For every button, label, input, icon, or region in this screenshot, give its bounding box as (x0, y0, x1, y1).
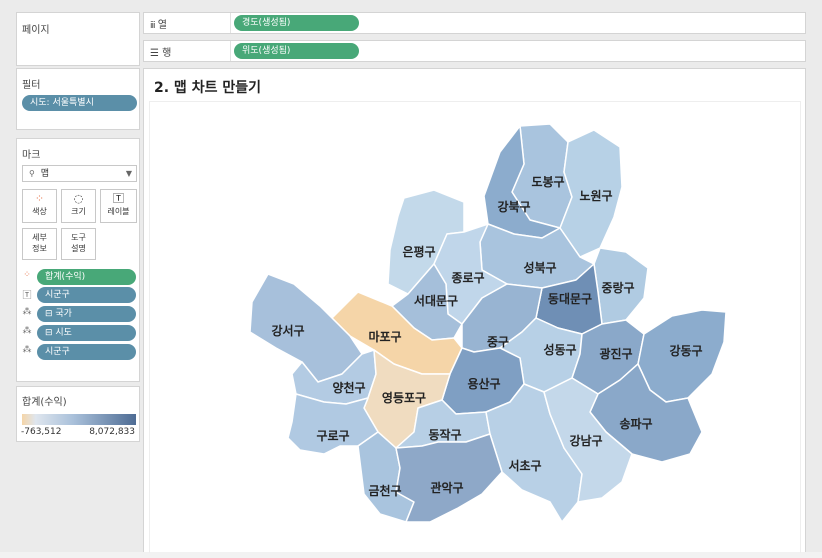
mark-field-sigungu-detail[interactable]: 시군구 (37, 344, 136, 360)
rows-shelf[interactable]: ☰ 행 위도(생성됨) (143, 40, 806, 62)
filter-pill-sido[interactable]: 시도: 서울특별시 (22, 95, 137, 111)
color-dots-icon: ⁘ (23, 270, 31, 280)
tooltip-label-line2: 설명 (71, 244, 86, 253)
district-label-용산구: 용산구 (467, 376, 500, 391)
size-label: 크기 (71, 207, 86, 216)
viz-title: 2. 맵 차트 만들기 (154, 80, 261, 96)
district-label-관악구: 관악구 (430, 480, 463, 495)
mark-field-country[interactable]: ⊟ 국가 (37, 306, 136, 322)
label-button[interactable]: 🅃 레이블 (100, 189, 137, 223)
legend-gradient-bar (22, 414, 136, 425)
district-label-영등포구: 영등포구 (382, 390, 426, 405)
chevron-down-icon: ▼ (125, 169, 132, 178)
district-label-강남구: 강남구 (569, 433, 602, 448)
detail-button[interactable]: 세부 정보 (22, 228, 57, 260)
legend-title: 합계(수익) (22, 397, 67, 408)
legend-min-value: -763,512 (21, 427, 62, 437)
district-label-강북구: 강북구 (497, 200, 530, 214)
map-area[interactable]: 도봉구 노원구 강북구 은평구 성북구 종로구 중랑구 동대문구 서대문구 마포… (149, 101, 801, 553)
detail-dots-icon: ⁂ (22, 307, 32, 317)
district-label-성북구: 성북구 (523, 261, 556, 275)
mark-type-label: 맵 (40, 169, 50, 179)
tooltip-label-line1: 도구 (71, 233, 86, 242)
district-label-서초구: 서초구 (508, 458, 541, 473)
rows-shelf-label: ☰ 행 (150, 48, 172, 59)
district-label-동대문구: 동대문구 (548, 292, 592, 306)
filters-card[interactable]: 필터 시도: 서울특별시 (16, 68, 140, 130)
detail-dots-icon: ⁂ (22, 326, 32, 336)
color-label: 색상 (32, 207, 47, 216)
label-label: 레이블 (107, 207, 130, 216)
columns-icon: iii (150, 21, 155, 31)
detail-label-line2: 정보 (32, 244, 47, 253)
rows-icon: ☰ (150, 48, 159, 59)
district-label-강동구: 강동구 (669, 344, 702, 358)
mark-field-sigungu[interactable]: 시군구 (37, 287, 136, 303)
district-label-종로구: 종로구 (451, 271, 484, 285)
color-legend-card[interactable]: 합계(수익) -763,512 8,072,833 (16, 386, 140, 442)
color-button[interactable]: ⁘ 색상 (22, 189, 57, 223)
color-dots-icon: ⁘ (34, 192, 45, 205)
district-label-강서구: 강서구 (271, 323, 304, 338)
district-label-중랑구: 중랑구 (601, 281, 634, 295)
columns-pill-longitude[interactable]: 경도(생성됨) (234, 15, 359, 31)
marks-card: 마크 ⚲ 맵 ▼ ⁘ 색상 ◌ 크기 🅃 레이블 세부 정보 도구 설명 ⁘ 합… (16, 138, 140, 382)
text-t-icon: 🅃 (22, 291, 32, 301)
mark-type-dropdown[interactable]: ⚲ 맵 ▼ (22, 165, 137, 182)
shelf-divider (230, 13, 231, 33)
district-label-구로구: 구로구 (316, 429, 349, 443)
tooltip-button[interactable]: 도구 설명 (61, 228, 96, 260)
tableau-workspace: 페이지 필터 시도: 서울특별시 마크 ⚲ 맵 ▼ ⁘ 색상 ◌ 크기 🅃 레이… (0, 0, 822, 553)
district-label-중구: 중구 (487, 335, 509, 349)
map-pin-icon: ⚲ (29, 169, 35, 178)
rows-pill-latitude[interactable]: 위도(생성됨) (234, 43, 359, 59)
district-label-서대문구: 서대문구 (414, 293, 458, 308)
district-label-은평구: 은평구 (402, 245, 435, 259)
columns-shelf[interactable]: iii 열 경도(생성됨) (143, 12, 806, 34)
seoul-district-map[interactable]: 도봉구 노원구 강북구 은평구 성북구 종로구 중랑구 동대문구 서대문구 마포… (150, 102, 802, 554)
district-관악구[interactable] (395, 433, 503, 523)
shelf-divider (230, 41, 231, 61)
pages-title: 페이지 (22, 25, 50, 36)
district-label-송파구: 송파구 (619, 416, 652, 431)
district-label-마포구: 마포구 (368, 329, 401, 344)
viz-sheet: 2. 맵 차트 만들기 도봉구 노원구 강북구 은평구 성북구 종로구 중랑구 … (143, 68, 806, 553)
filters-title: 필터 (22, 80, 41, 91)
district-label-동작구: 동작구 (428, 427, 461, 442)
district-label-도봉구: 도봉구 (531, 175, 564, 189)
text-t-icon: 🅃 (113, 192, 124, 205)
district-label-성동구: 성동구 (543, 343, 576, 357)
mark-field-profit[interactable]: 합계(수익) (37, 269, 136, 285)
district-label-금천구: 금천구 (368, 483, 401, 498)
detail-dots-icon: ⁂ (22, 345, 32, 355)
columns-shelf-label: iii 열 (150, 20, 167, 31)
district-label-양천구: 양천구 (332, 380, 365, 395)
legend-max-value: 8,072,833 (89, 427, 135, 437)
pages-card: 페이지 (16, 12, 140, 66)
detail-label-line1: 세부 (32, 233, 47, 242)
district-label-노원구: 노원구 (579, 189, 612, 203)
size-button[interactable]: ◌ 크기 (61, 189, 96, 223)
marks-title: 마크 (22, 150, 41, 161)
district-label-광진구: 광진구 (599, 346, 632, 361)
mark-field-sido[interactable]: ⊟ 시도 (37, 325, 136, 341)
size-icon: ◌ (73, 192, 84, 205)
